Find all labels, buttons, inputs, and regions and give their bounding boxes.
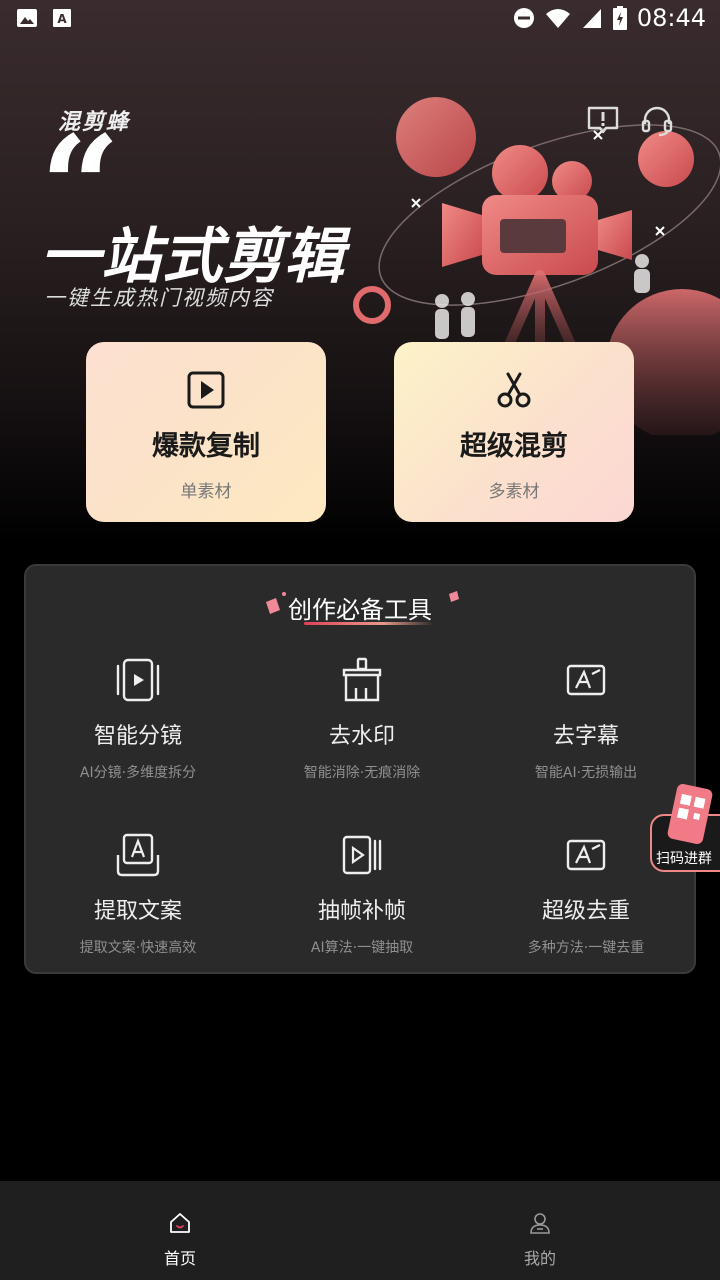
home-icon	[170, 1213, 190, 1233]
hero-subline: 一键生成热门视频内容	[44, 286, 274, 310]
card-title: 超级混剪	[460, 431, 568, 462]
title-underline	[304, 622, 434, 625]
battery-icon	[612, 6, 627, 30]
tool-desc: 提取文案·快速高效	[79, 940, 197, 956]
nav-mine[interactable]: 我的	[360, 1181, 720, 1280]
tool-name: 去水印	[328, 724, 395, 749]
nav-home-label: 首页	[163, 1249, 196, 1268]
tools-panel: 创作必备工具 智能分镜 AI分镜·多维度拆分 去水印 智能消除·无痕消除 去字幕…	[24, 564, 696, 974]
customer-service-icon[interactable]	[640, 104, 674, 138]
card-subtitle: 多素材	[488, 482, 540, 502]
scissors-icon	[497, 372, 531, 408]
svg-text:A: A	[57, 12, 67, 26]
tool-desc: 多种方法·一键去重	[527, 940, 645, 956]
nav-home[interactable]: 首页	[0, 1181, 360, 1280]
tool-name: 抽帧补帧	[317, 899, 406, 924]
storyboard-icon	[116, 658, 160, 702]
frames-icon	[342, 835, 382, 875]
text-notification-icon: A	[53, 9, 71, 27]
feedback-icon[interactable]	[586, 104, 620, 138]
tool-extract-text[interactable]: 提取文案 提取文案·快速高效	[26, 831, 250, 957]
tool-name: 提取文案	[93, 899, 182, 924]
text-extract-icon	[116, 833, 160, 877]
tool-desc: AI算法·一键抽取	[310, 940, 414, 956]
tool-desc: AI分镜·多维度拆分	[79, 765, 197, 781]
tool-frame-interpolation[interactable]: 抽帧补帧 AI算法·一键抽取	[250, 831, 474, 957]
brush-icon	[342, 657, 382, 702]
wifi-icon	[545, 9, 570, 28]
dedupe-icon	[566, 839, 606, 871]
sparkle-right-icon	[449, 591, 459, 602]
image-notification-icon	[17, 9, 37, 27]
tool-name: 去字幕	[552, 724, 619, 749]
subtitle-erase-icon	[566, 664, 606, 696]
tool-name: 智能分镜	[93, 724, 182, 749]
tool-desc: 智能AI·无损输出	[534, 765, 638, 781]
status-bar: A 08:44	[0, 0, 720, 36]
scan-join-group-button[interactable]: 扫码进群	[648, 782, 720, 876]
tool-remove-subtitle[interactable]: 去字幕 智能AI·无损输出	[474, 656, 698, 782]
bottom-nav: 首页 我的	[0, 1181, 720, 1280]
tool-desc: 智能消除·无痕消除	[303, 765, 421, 781]
super-mix-card[interactable]: 超级混剪 多素材	[394, 342, 634, 522]
card-title: 爆款复制	[152, 431, 260, 462]
card-subtitle: 单素材	[180, 482, 232, 502]
tools-title: 创作必备工具	[288, 596, 432, 624]
signal-icon	[582, 9, 601, 28]
scan-label: 扫码进群	[656, 851, 712, 867]
tool-smart-storyboard[interactable]: 智能分镜 AI分镜·多维度拆分	[26, 656, 250, 782]
tool-name: 超级去重	[541, 899, 630, 924]
play-square-icon	[187, 371, 225, 409]
clock: 08:44	[636, 4, 706, 32]
viral-copy-card[interactable]: 爆款复制 单素材	[86, 342, 326, 522]
do-not-disturb-icon	[513, 8, 534, 28]
qr-phone-icon	[667, 784, 713, 845]
nav-mine-label: 我的	[523, 1249, 556, 1268]
user-icon	[530, 1213, 550, 1234]
tool-remove-watermark[interactable]: 去水印 智能消除·无痕消除	[250, 656, 474, 782]
